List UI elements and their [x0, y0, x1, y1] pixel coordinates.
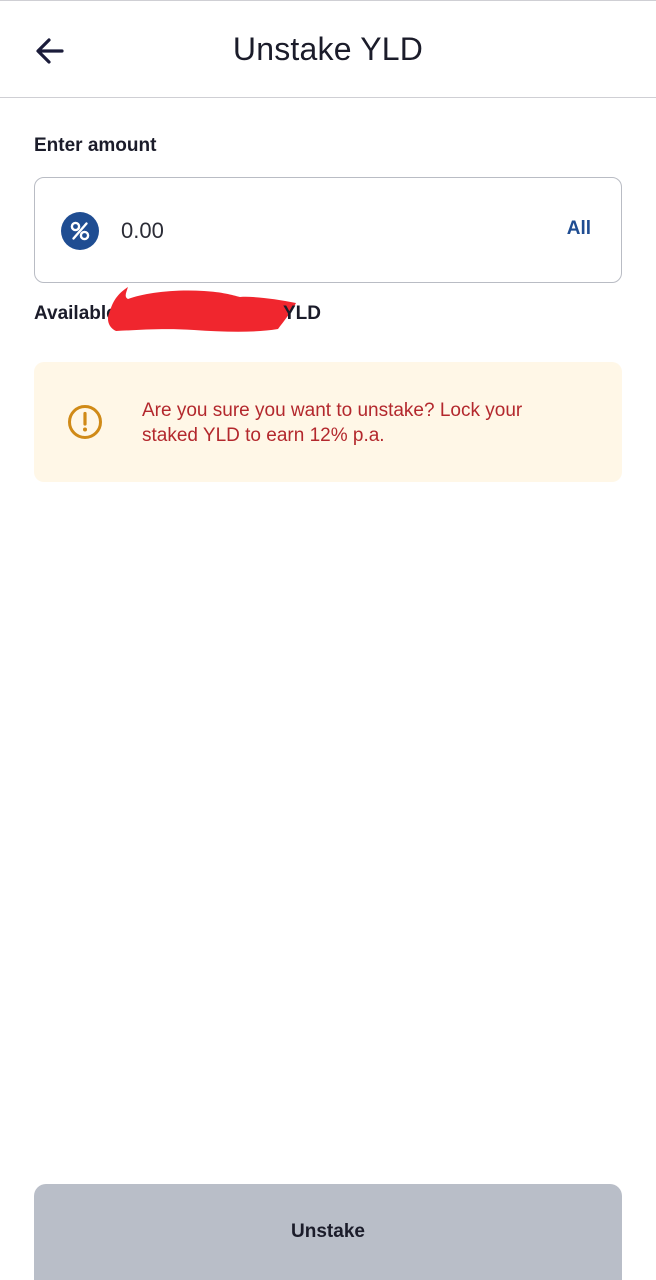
alert-circle-icon	[66, 403, 104, 441]
enter-amount-label: Enter amount	[34, 135, 157, 156]
available-unit: YLD	[283, 303, 321, 324]
unstake-warning-card: Are you sure you want to unstake? Lock y…	[34, 362, 622, 482]
warning-message: Are you sure you want to unstake? Lock y…	[142, 400, 523, 446]
unstake-button[interactable]: Unstake	[34, 1184, 622, 1280]
unstake-screen: Unstake YLD Enter amount All Available Y…	[0, 0, 656, 1280]
redaction-mark	[108, 287, 296, 332]
amount-field-container[interactable]: All	[34, 177, 622, 283]
app-header: Unstake YLD	[0, 0, 656, 98]
amount-input[interactable]	[121, 212, 501, 250]
page-title: Unstake YLD	[232, 31, 424, 67]
percent-token-icon	[61, 212, 99, 250]
all-button[interactable]: All	[567, 218, 591, 240]
